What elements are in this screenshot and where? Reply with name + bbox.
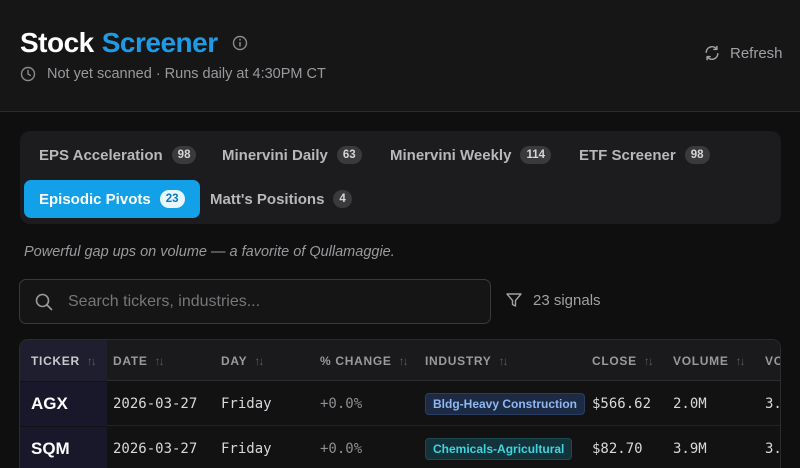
tab-label: ETF Screener	[579, 146, 676, 164]
search-input[interactable]	[68, 292, 448, 311]
cell-close: $566.62	[592, 396, 652, 412]
industry-badge: Chemicals-Agricultural	[425, 438, 573, 460]
tab-label: Minervini Weekly	[390, 146, 512, 164]
tab-matts-positions[interactable]: Matt's Positions 4	[195, 180, 367, 218]
cell-volume-ratio: 3.	[765, 441, 781, 457]
cell-change: +0.0%	[320, 441, 363, 457]
title-screener: Screener	[101, 27, 218, 58]
cell-volume-ratio: 3.	[765, 396, 781, 412]
cell-day: Friday	[221, 441, 272, 457]
sort-icon: ↑↓	[643, 353, 654, 368]
screener-tabs: EPS Acceleration 98 Minervini Daily 63 M…	[20, 131, 781, 224]
table-row[interactable]: SQM 2026-03-27 Friday +0.0% Chemicals-Ag…	[20, 427, 780, 468]
column-header-change[interactable]: % CHANGE ↑↓	[320, 340, 409, 381]
table-header: TICKER ↑↓ DATE ↑↓ DAY ↑↓ % CHANGE ↑↓ INDUSTR…	[20, 340, 780, 381]
page-title: Stock Screener	[20, 27, 248, 59]
tab-count-badge: 98	[684, 146, 710, 164]
tab-minervini-weekly[interactable]: Minervini Weekly 114	[375, 136, 566, 174]
cell-ticker: SQM	[20, 427, 107, 468]
cell-ticker: AGX	[20, 382, 107, 426]
cell-industry: Bldg-Heavy Construction	[425, 382, 586, 426]
filter-icon	[505, 291, 523, 309]
column-header-industry[interactable]: INDUSTRY ↑↓	[425, 340, 509, 381]
column-header-date[interactable]: DATE ↑↓	[113, 340, 165, 381]
sort-icon: ↑↓	[735, 353, 746, 368]
tab-label: Episodic Pivots	[39, 190, 151, 208]
column-header-day[interactable]: DAY ↑↓	[221, 340, 264, 381]
signals-table: TICKER ↑↓ DATE ↑↓ DAY ↑↓ % CHANGE ↑↓ INDUSTR…	[19, 339, 781, 468]
clock-icon	[20, 66, 36, 82]
cell-day: Friday	[221, 396, 272, 412]
sort-icon: ↑↓	[154, 353, 165, 368]
cell-change: +0.0%	[320, 396, 363, 412]
scan-status: Not yet scanned · Runs daily at 4:30PM C…	[20, 66, 326, 82]
tab-episodic-pivots[interactable]: Episodic Pivots 23	[24, 180, 200, 218]
tab-count-badge: 98	[171, 146, 197, 164]
cell-industry: Chemicals-Agricultural	[425, 427, 573, 468]
tab-count-badge: 114	[520, 146, 551, 164]
search-box[interactable]	[19, 279, 491, 324]
cell-volume: 3.9M	[673, 441, 707, 457]
tab-minervini-daily[interactable]: Minervini Daily 63	[207, 136, 377, 174]
sort-icon: ↑↓	[398, 353, 409, 368]
column-header-volume-ratio[interactable]: VO	[765, 340, 780, 381]
tab-etf-screener[interactable]: ETF Screener 98	[564, 136, 725, 174]
column-header-close[interactable]: CLOSE ↑↓	[592, 340, 654, 381]
sort-icon: ↑↓	[498, 353, 509, 368]
cell-date: 2026-03-27	[113, 396, 198, 412]
column-header-ticker[interactable]: TICKER ↑↓	[20, 340, 107, 381]
tab-count-badge: 63	[336, 146, 362, 164]
tab-label: Minervini Daily	[222, 146, 328, 164]
column-header-volume[interactable]: VOLUME ↑↓	[673, 340, 746, 381]
search-icon	[34, 292, 54, 312]
tab-count-badge: 23	[159, 190, 185, 208]
refresh-label: Refresh	[730, 44, 783, 62]
signal-count-text: 23 signals	[533, 291, 601, 309]
cell-close: $82.70	[592, 441, 643, 457]
cell-volume: 2.0M	[673, 396, 707, 412]
tab-label: Matt's Positions	[210, 190, 325, 208]
tab-label: EPS Acceleration	[39, 146, 163, 164]
cell-date: 2026-03-27	[113, 441, 198, 457]
signal-count: 23 signals	[505, 291, 601, 309]
refresh-icon	[703, 44, 721, 62]
sort-icon: ↑↓	[86, 353, 97, 368]
industry-badge: Bldg-Heavy Construction	[425, 393, 586, 415]
scan-status-text: Not yet scanned · Runs daily at 4:30PM C…	[47, 66, 326, 82]
screener-description: Powerful gap ups on volume — a favorite …	[24, 244, 395, 260]
sort-icon: ↑↓	[254, 353, 264, 368]
info-icon[interactable]	[232, 35, 248, 51]
title-stock: Stock	[20, 27, 94, 58]
tab-eps-acceleration[interactable]: EPS Acceleration 98	[24, 136, 211, 174]
tab-count-badge: 4	[333, 190, 352, 208]
table-row[interactable]: AGX 2026-03-27 Friday +0.0% Bldg-Heavy C…	[20, 382, 780, 426]
refresh-button[interactable]: Refresh	[703, 44, 783, 62]
header: Stock Screener Not yet scanned · Runs da…	[0, 0, 800, 112]
